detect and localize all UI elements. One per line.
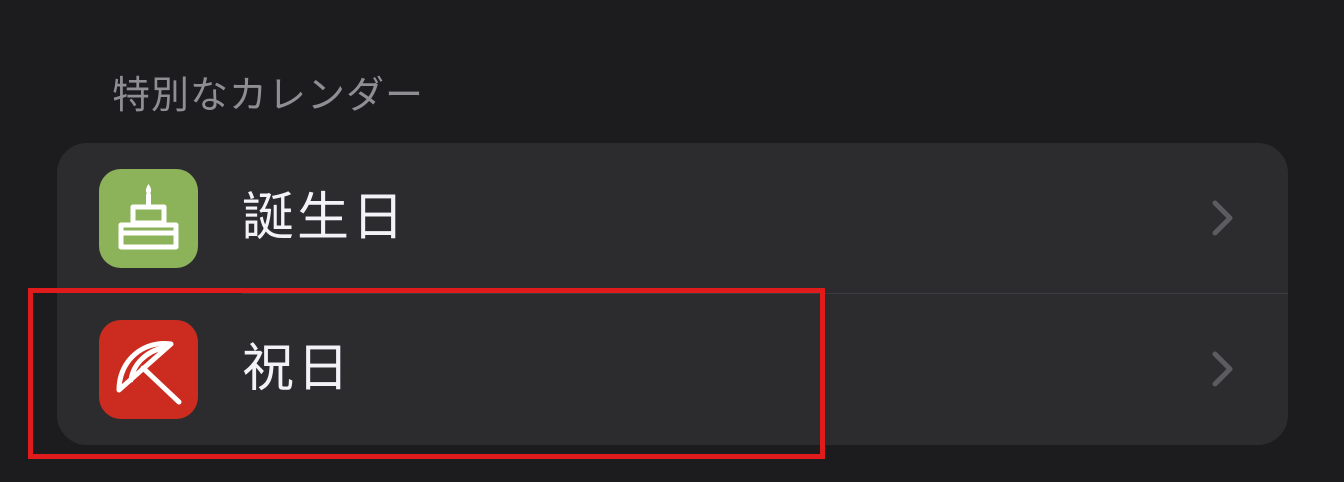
birthday-cake-icon bbox=[99, 169, 198, 268]
calendar-label-birthdays: 誕生日 bbox=[242, 188, 408, 248]
holiday-umbrella-icon bbox=[99, 320, 198, 419]
chevron-right-icon bbox=[1212, 351, 1233, 387]
special-calendars-screen: 特別なカレンダー 誕生日 祝日 bbox=[0, 0, 1344, 482]
special-calendars-list: 誕生日 祝日 bbox=[57, 143, 1288, 445]
section-header: 特別なカレンダー bbox=[112, 73, 425, 117]
chevron-right-icon bbox=[1212, 200, 1233, 236]
calendar-label-holidays: 祝日 bbox=[242, 339, 353, 399]
calendar-row-holidays[interactable]: 祝日 bbox=[57, 294, 1288, 444]
calendar-row-birthdays[interactable]: 誕生日 bbox=[57, 143, 1288, 293]
